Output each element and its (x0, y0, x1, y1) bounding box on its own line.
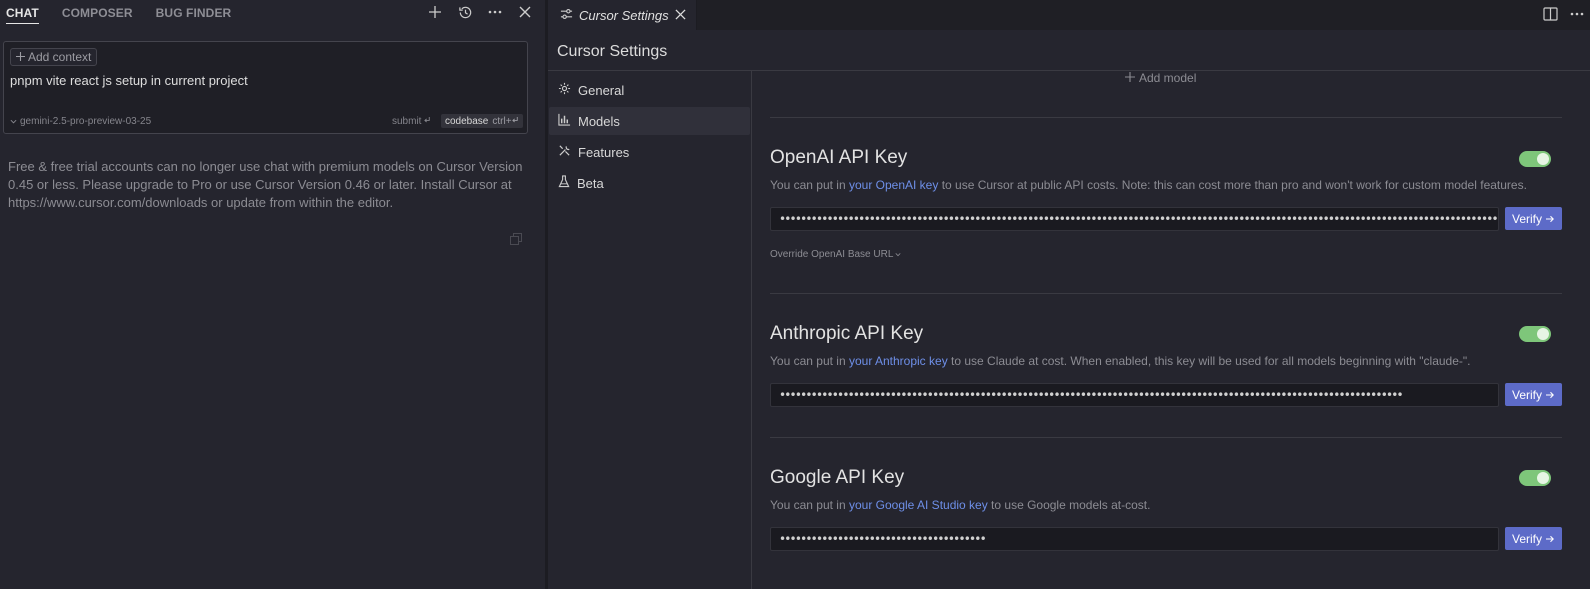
more-icon[interactable] (1570, 7, 1584, 26)
override-base-url-toggle[interactable]: Override OpenAI Base URL (770, 249, 901, 260)
google-key-input[interactable]: ••••••••••••••••••••••••••••••••••••••• (770, 527, 1499, 551)
plus-icon[interactable] (427, 4, 443, 20)
add-context-button[interactable]: Add context (10, 48, 98, 66)
openai-toggle[interactable] (1519, 151, 1551, 167)
google-toggle[interactable] (1519, 470, 1551, 486)
submit-label: submit (392, 116, 422, 127)
verify-label: Verify (1511, 387, 1542, 402)
tab-label: Cursor Settings (579, 7, 669, 23)
openai-key-link[interactable]: your OpenAI key (849, 178, 938, 192)
settings-sliders-icon (560, 8, 573, 23)
editor-actions (1543, 7, 1584, 26)
add-model-label: Add model (1139, 71, 1197, 85)
nav-item-beta[interactable]: Beta (549, 169, 750, 197)
anthropic-key-input[interactable]: ••••••••••••••••••••••••••••••••••••••••… (770, 383, 1499, 407)
google-verify-button[interactable]: Verify (1505, 527, 1562, 550)
plus-icon (1125, 71, 1135, 85)
nav-label: Models (578, 113, 620, 129)
chat-header-actions (427, 4, 533, 20)
prompt-input[interactable]: pnpm vite react js setup in current proj… (10, 73, 248, 88)
plus-icon (16, 50, 25, 64)
chat-panel: CHAT COMPOSER BUG FINDER Add context pnp… (0, 0, 545, 589)
divider (751, 71, 752, 589)
settings-panel: Cursor Settings Cursor Settings General (548, 0, 1590, 589)
divider (770, 117, 1562, 118)
settings-content: Add model OpenAI API Key You can put in … (770, 71, 1562, 589)
openai-verify-button[interactable]: Verify (1505, 207, 1562, 230)
page-title: Cursor Settings (557, 43, 668, 60)
chat-input-box[interactable]: Add context pnpm vite react js setup in … (3, 41, 528, 134)
tab-cursor-settings[interactable]: Cursor Settings (548, 0, 697, 30)
google-key-link[interactable]: your Google AI Studio key (849, 498, 988, 512)
flask-icon (558, 175, 570, 191)
anthropic-section-title: Anthropic API Key (770, 323, 924, 344)
chart-icon (558, 113, 571, 129)
google-description: You can put in your Google AI Studio key… (770, 498, 1151, 512)
tab-composer[interactable]: COMPOSER (62, 6, 133, 24)
chevron-down-icon (895, 249, 901, 260)
verify-label: Verify (1511, 531, 1542, 546)
gear-icon (558, 82, 571, 98)
arrow-right-icon (1546, 388, 1555, 402)
chevron-down-icon (10, 116, 17, 127)
codebase-shortcut: ctrl+ (492, 116, 518, 127)
settings-nav: General Models Features Beta (548, 73, 751, 200)
divider (770, 293, 1562, 294)
more-icon[interactable] (487, 4, 503, 20)
codebase-label: codebase (445, 115, 489, 127)
nav-label: Beta (577, 175, 604, 191)
enter-icon (424, 116, 431, 127)
editor-tab-bar: Cursor Settings (548, 0, 1590, 30)
nav-item-general[interactable]: General (549, 76, 750, 104)
arrow-right-icon (1546, 532, 1555, 546)
enter-icon (511, 116, 518, 122)
openai-section-title: OpenAI API Key (770, 147, 908, 168)
tab-bug-finder[interactable]: BUG FINDER (156, 6, 232, 24)
model-select[interactable]: gemini-2.5-pro-preview-03-25 (10, 116, 151, 127)
arrow-right-icon (1546, 212, 1555, 226)
submit-button[interactable]: submit (392, 116, 431, 127)
nav-label: General (578, 82, 625, 98)
copy-icon[interactable] (510, 232, 522, 250)
divider (770, 437, 1562, 438)
openai-key-input[interactable]: ••••••••••••••••••••••••••••••••••••••••… (770, 207, 1499, 231)
split-editor-icon[interactable] (1543, 7, 1558, 26)
nav-label: Features (578, 144, 630, 160)
anthropic-description: You can put in your Anthropic key to use… (770, 354, 1471, 368)
nav-item-models[interactable]: Models (549, 107, 750, 135)
google-section-title: Google API Key (770, 467, 905, 488)
tab-chat[interactable]: CHAT (6, 6, 39, 24)
override-label: Override OpenAI Base URL (770, 249, 894, 260)
verify-label: Verify (1511, 211, 1542, 226)
codebase-button[interactable]: codebase ctrl+ (441, 114, 523, 128)
upgrade-notice: Free & free trial accounts can no longer… (8, 159, 523, 210)
anthropic-toggle[interactable] (1519, 326, 1551, 342)
anthropic-verify-button[interactable]: Verify (1505, 383, 1562, 406)
nav-item-features[interactable]: Features (549, 138, 750, 166)
model-label: gemini-2.5-pro-preview-03-25 (20, 116, 152, 127)
tools-icon (558, 144, 571, 160)
openai-description: You can put in your OpenAI key to use Cu… (770, 178, 1527, 192)
anthropic-key-link[interactable]: your Anthropic key (849, 354, 948, 368)
add-context-label: Add context (28, 50, 92, 64)
history-icon[interactable] (457, 4, 473, 20)
add-model-button[interactable]: Add model (1125, 71, 1196, 85)
chat-tabs: CHAT COMPOSER BUG FINDER (6, 6, 231, 24)
close-icon[interactable] (517, 4, 533, 20)
close-icon[interactable] (675, 8, 686, 23)
